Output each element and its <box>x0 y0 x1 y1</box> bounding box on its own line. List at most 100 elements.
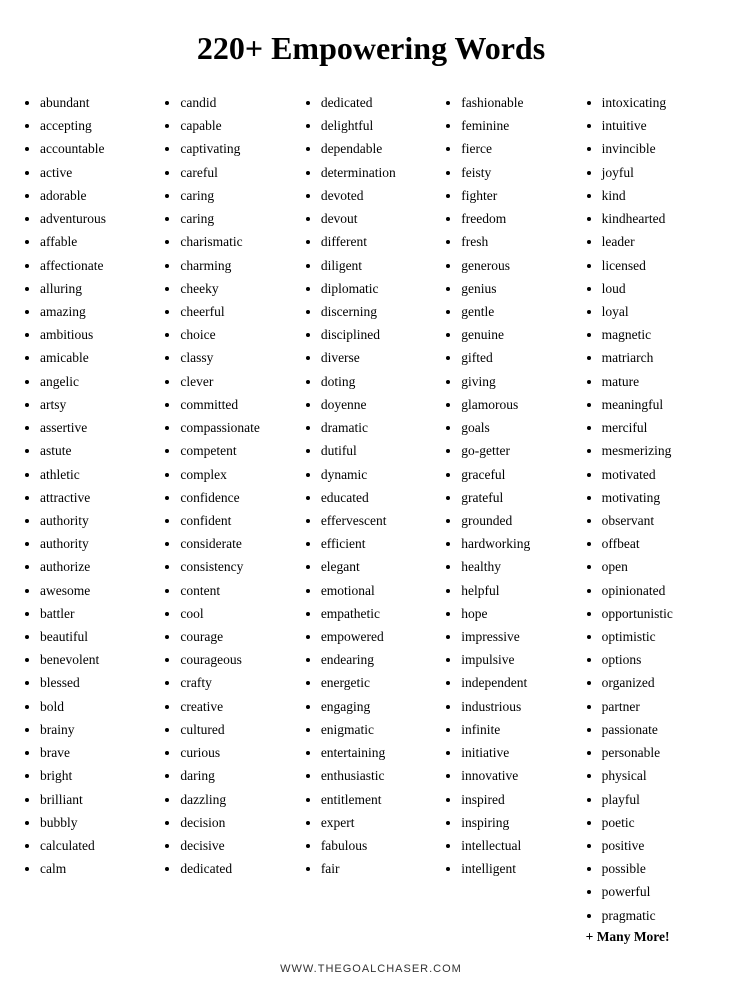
list-item: abundant <box>40 91 156 114</box>
list-item: discerning <box>321 300 437 323</box>
list-item: enigmatic <box>321 718 437 741</box>
list-item: intuitive <box>602 114 718 137</box>
list-item: mature <box>602 370 718 393</box>
list-item: cool <box>180 602 296 625</box>
list-item: grateful <box>461 486 577 509</box>
list-item: brilliant <box>40 788 156 811</box>
word-list-2: candidcapablecaptivatingcarefulcaringcar… <box>164 91 296 880</box>
list-item: blessed <box>40 671 156 694</box>
list-item: calm <box>40 857 156 880</box>
list-item: disciplined <box>321 323 437 346</box>
list-item: enthusiastic <box>321 764 437 787</box>
columns-wrapper: abundantacceptingaccountableactiveadorab… <box>20 91 722 945</box>
list-item: calculated <box>40 834 156 857</box>
list-item: confidence <box>180 486 296 509</box>
list-item: authority <box>40 532 156 555</box>
list-item: matriarch <box>602 346 718 369</box>
page-title: 220+ Empowering Words <box>20 30 722 67</box>
list-item: elegant <box>321 555 437 578</box>
list-item: freedom <box>461 207 577 230</box>
list-item: industrious <box>461 695 577 718</box>
list-item: doyenne <box>321 393 437 416</box>
list-item: choice <box>180 323 296 346</box>
list-item: committed <box>180 393 296 416</box>
list-item: confident <box>180 509 296 532</box>
list-item: content <box>180 579 296 602</box>
list-item: active <box>40 161 156 184</box>
list-item: loud <box>602 277 718 300</box>
list-item: observant <box>602 509 718 532</box>
list-item: athletic <box>40 463 156 486</box>
list-item: daring <box>180 764 296 787</box>
list-item: fashionable <box>461 91 577 114</box>
list-item: licensed <box>602 254 718 277</box>
footer: WWW.THEGOALCHASER.COM <box>20 963 722 975</box>
list-item: devout <box>321 207 437 230</box>
list-item: clever <box>180 370 296 393</box>
list-item: effervescent <box>321 509 437 532</box>
list-item: classy <box>180 346 296 369</box>
list-item: cultured <box>180 718 296 741</box>
list-item: careful <box>180 161 296 184</box>
list-item: delightful <box>321 114 437 137</box>
list-item: courageous <box>180 648 296 671</box>
list-item: helpful <box>461 579 577 602</box>
list-item: meaningful <box>602 393 718 416</box>
list-item: generous <box>461 254 577 277</box>
list-item: affectionate <box>40 254 156 277</box>
list-item: adorable <box>40 184 156 207</box>
list-item: powerful <box>602 880 718 903</box>
list-item: astute <box>40 439 156 462</box>
list-item: merciful <box>602 416 718 439</box>
list-item: authority <box>40 509 156 532</box>
list-item: opinionated <box>602 579 718 602</box>
list-item: infinite <box>461 718 577 741</box>
more-label: + Many More! <box>586 929 718 945</box>
list-item: educated <box>321 486 437 509</box>
list-item: kind <box>602 184 718 207</box>
list-item: diverse <box>321 346 437 369</box>
list-item: brave <box>40 741 156 764</box>
list-item: innovative <box>461 764 577 787</box>
list-item: candid <box>180 91 296 114</box>
list-item: fierce <box>461 137 577 160</box>
list-item: artsy <box>40 393 156 416</box>
list-item: complex <box>180 463 296 486</box>
list-item: beautiful <box>40 625 156 648</box>
list-item: creative <box>180 695 296 718</box>
list-item: benevolent <box>40 648 156 671</box>
list-item: dependable <box>321 137 437 160</box>
list-item: crafty <box>180 671 296 694</box>
list-item: captivating <box>180 137 296 160</box>
list-item: endearing <box>321 648 437 671</box>
list-item: optimistic <box>602 625 718 648</box>
list-item: awesome <box>40 579 156 602</box>
list-item: intoxicating <box>602 91 718 114</box>
list-item: possible <box>602 857 718 880</box>
list-item: kindhearted <box>602 207 718 230</box>
list-item: diligent <box>321 254 437 277</box>
list-item: options <box>602 648 718 671</box>
list-item: entertaining <box>321 741 437 764</box>
column-1: abundantacceptingaccountableactiveadorab… <box>20 91 160 945</box>
list-item: consistency <box>180 555 296 578</box>
word-list-1: abundantacceptingaccountableactiveadorab… <box>24 91 156 880</box>
list-item: caring <box>180 207 296 230</box>
list-item: amazing <box>40 300 156 323</box>
word-list-5: intoxicatingintuitiveinvinciblejoyfulkin… <box>586 91 718 927</box>
list-item: alluring <box>40 277 156 300</box>
list-item: playful <box>602 788 718 811</box>
column-3: dedicateddelightfuldependabledeterminati… <box>301 91 441 945</box>
list-item: ambitious <box>40 323 156 346</box>
list-item: angelic <box>40 370 156 393</box>
list-item: hope <box>461 602 577 625</box>
list-item: diplomatic <box>321 277 437 300</box>
list-item: considerate <box>180 532 296 555</box>
list-item: affable <box>40 230 156 253</box>
list-item: healthy <box>461 555 577 578</box>
list-item: grounded <box>461 509 577 532</box>
list-item: engaging <box>321 695 437 718</box>
list-item: dedicated <box>180 857 296 880</box>
list-item: curious <box>180 741 296 764</box>
list-item: organized <box>602 671 718 694</box>
